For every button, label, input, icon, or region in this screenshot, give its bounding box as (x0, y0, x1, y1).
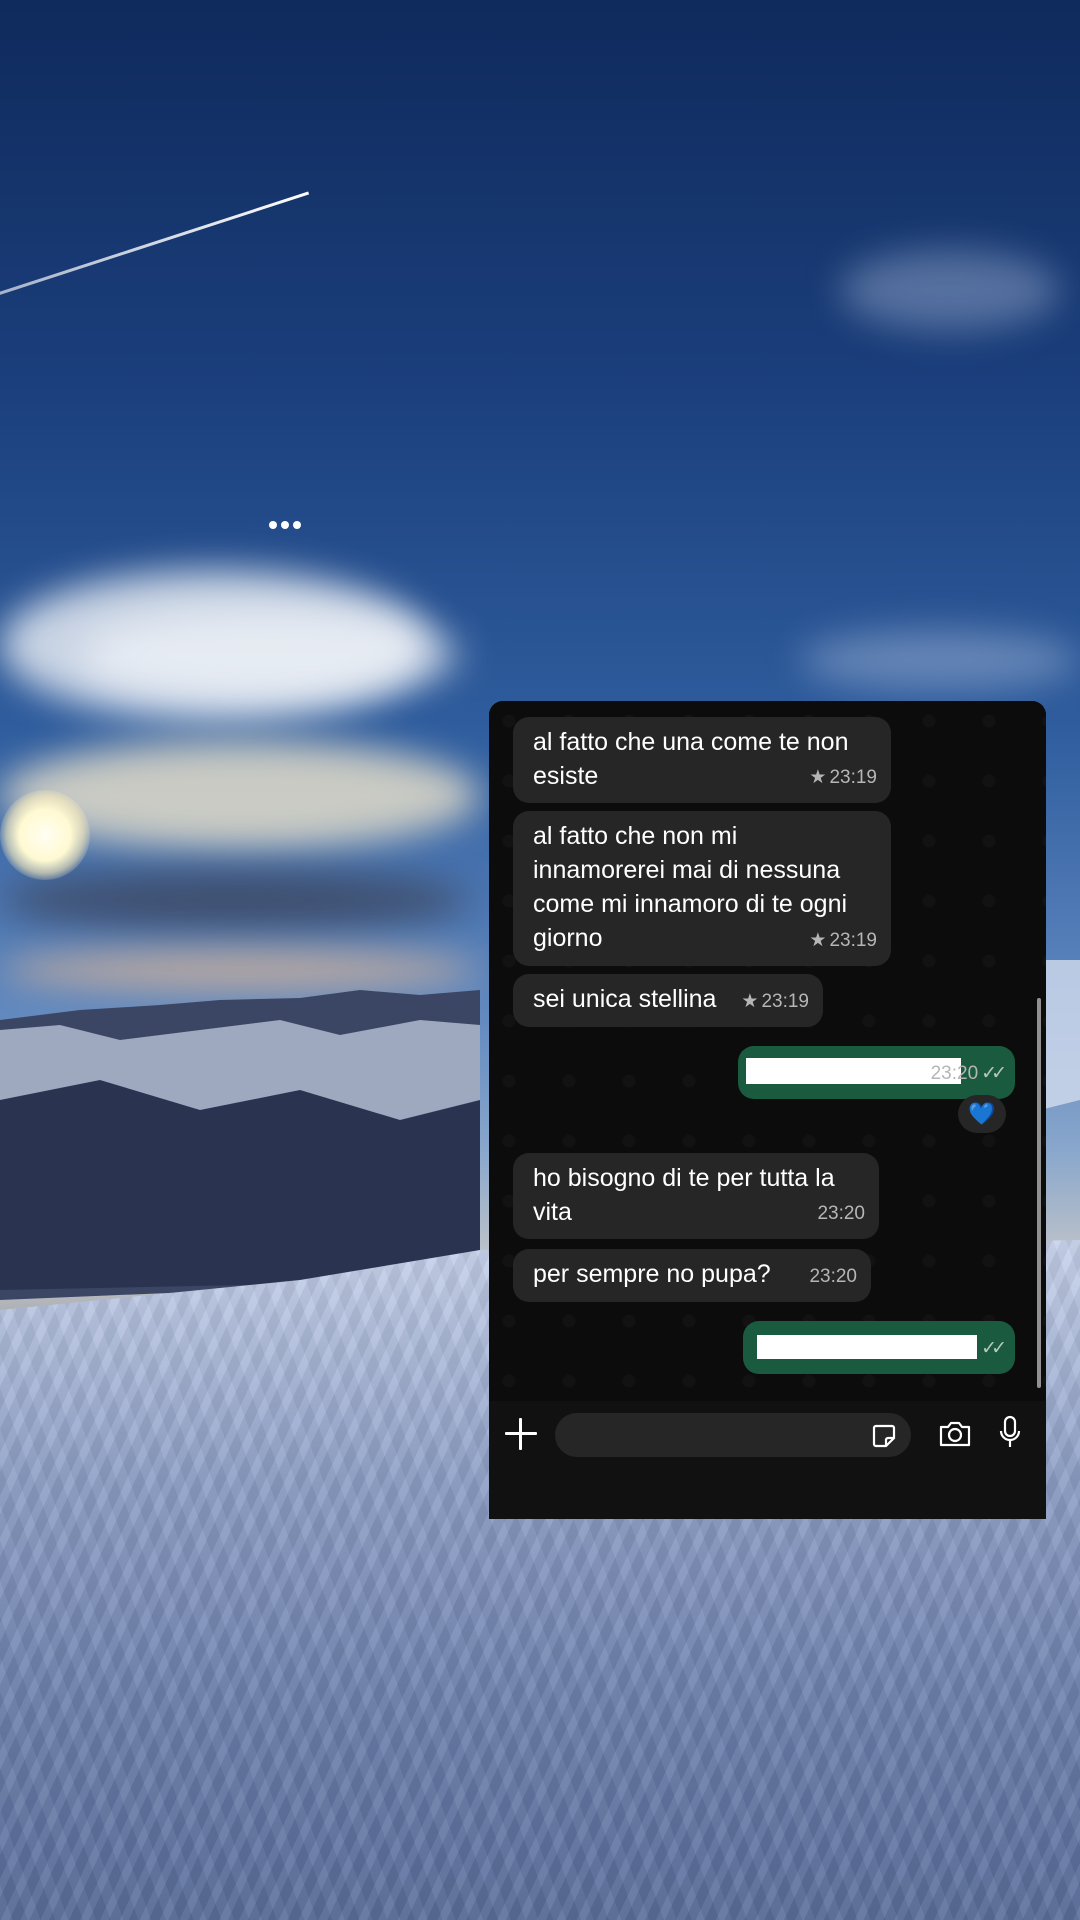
incoming-message[interactable]: al fatto che una come te non esiste ★ 23… (513, 717, 891, 803)
message-input-field[interactable] (555, 1413, 911, 1457)
incoming-message[interactable]: sei unica stellina ★ 23:19 (513, 974, 823, 1027)
outgoing-message[interactable]: ✓✓ (743, 1321, 1015, 1374)
message-time: 23:20 (817, 1203, 865, 1224)
chat-message-area[interactable]: al fatto che una come te non esiste ★ 23… (489, 701, 1046, 1401)
cloud (840, 250, 1060, 330)
sun (0, 790, 90, 880)
camera-icon[interactable] (938, 1420, 972, 1448)
message-time: 23:20 (930, 1063, 979, 1084)
airplane-contrail (0, 191, 310, 298)
cloud (80, 610, 460, 700)
message-meta: 23:20 (809, 1260, 857, 1294)
star-icon: ★ (809, 930, 827, 951)
incoming-message[interactable]: per sempre no pupa? 23:20 (513, 1249, 871, 1302)
message-meta: ✓✓ (981, 1332, 1007, 1366)
dot (269, 521, 277, 529)
redaction-block (757, 1335, 977, 1359)
message-meta: ★ 23:19 (809, 761, 877, 795)
outgoing-message[interactable]: 23:20 ✓✓ (738, 1046, 1015, 1099)
incoming-message[interactable]: al fatto che non mi innamorerei mai di n… (513, 811, 891, 966)
message-meta: ★ 23:19 (809, 924, 877, 958)
microphone-icon[interactable] (998, 1415, 1022, 1451)
blue-heart-icon: 💙 (968, 1101, 996, 1126)
message-time: 23:19 (829, 767, 877, 788)
message-reaction[interactable]: 💙 (958, 1095, 1006, 1133)
message-meta: 23:20 ✓✓ (930, 1057, 1007, 1091)
message-meta: 23:20 (817, 1197, 865, 1231)
message-time: 23:19 (829, 930, 877, 951)
cloud (800, 630, 1080, 690)
message-meta: ★ 23:19 (741, 985, 809, 1019)
cloud (0, 870, 470, 930)
scrollbar[interactable] (1037, 998, 1041, 1388)
incoming-message[interactable]: ho bisogno di te per tutta la vita 23:20 (513, 1153, 879, 1239)
sticker-icon[interactable] (871, 1423, 897, 1449)
read-ticks-icon: ✓✓ (981, 1338, 1007, 1359)
read-ticks-icon: ✓✓ (981, 1063, 1007, 1084)
chat-screenshot: al fatto che una come te non esiste ★ 23… (489, 701, 1046, 1519)
message-time: 23:19 (761, 991, 809, 1012)
star-icon: ★ (741, 991, 759, 1012)
message-input-bar (489, 1401, 1046, 1519)
story-more-dots[interactable] (269, 521, 301, 529)
plus-icon[interactable] (505, 1418, 537, 1450)
message-time: 23:20 (809, 1266, 857, 1287)
redaction-block (746, 1058, 961, 1084)
dot (293, 521, 301, 529)
dot (281, 521, 289, 529)
star-icon: ★ (809, 767, 827, 788)
